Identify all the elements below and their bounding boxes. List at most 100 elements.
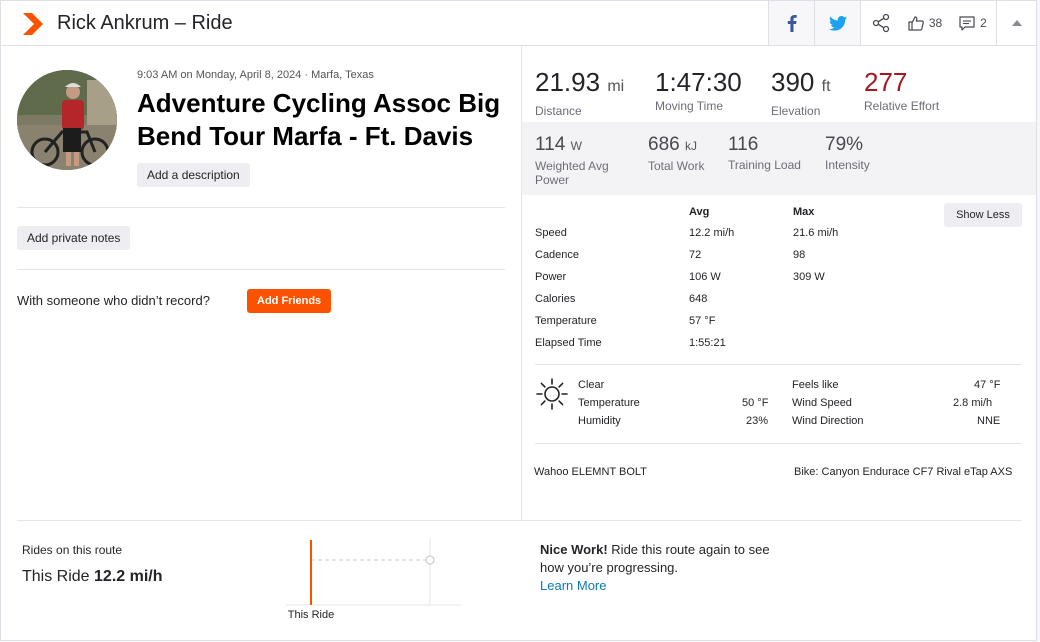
chart-point	[425, 555, 435, 565]
activity-card: Rick Ankrum – Ride 38 2 9:03 AM on Monda…	[0, 0, 1037, 641]
max-column-header: Max	[793, 206, 815, 218]
table-row: Power 106 W 309 W	[535, 271, 835, 285]
stat-label: Intensity	[825, 158, 870, 172]
stat-label: Relative Effort	[864, 99, 940, 113]
avg-column-header: Avg	[689, 206, 710, 218]
divider	[17, 207, 505, 208]
stat-value: 277	[864, 67, 908, 97]
twitter-icon	[828, 15, 847, 31]
row-label: Power	[535, 271, 567, 283]
row-max: 21.6 mi/h	[793, 227, 839, 239]
stat-relative-effort[interactable]: 277 Relative Effort	[864, 67, 939, 113]
sun-weather-icon	[536, 378, 568, 410]
stat-weighted-avg-power: 114 W Weighted Avg Power	[535, 134, 635, 187]
row-label: Temperature	[535, 315, 597, 327]
strava-chevron-icon	[23, 13, 43, 35]
stat-elevation: 390 ft Elevation	[771, 67, 831, 118]
stat-training-load: 116 Training Load	[728, 134, 801, 172]
activity-title: Adventure Cycling Assoc Big Bend Tour Ma…	[137, 88, 501, 151]
weather-wind-direction-value: NNE	[977, 415, 1001, 427]
add-friends-button[interactable]: Add Friends	[247, 289, 332, 313]
athlete-avatar[interactable]	[17, 70, 117, 170]
activity-date-location: 9:03 AM on Monday, April 8, 2024 · Marfa…	[137, 69, 374, 81]
stat-unit: ft	[821, 78, 831, 95]
stat-intensity: 79% Intensity	[825, 134, 870, 172]
row-avg: 57 °F	[689, 315, 716, 327]
divider	[535, 443, 1022, 444]
this-ride-summary: This Ride 12.2 mi/h	[22, 568, 163, 586]
stat-label: Distance	[535, 104, 582, 118]
row-avg: 72	[689, 249, 702, 261]
row-avg: 648	[689, 293, 708, 305]
stat-unit: kJ	[684, 139, 697, 153]
weather-humidity-value: 23%	[746, 415, 769, 427]
learn-more-link[interactable]: Learn More	[540, 577, 770, 595]
nice-work-heading: Nice Work!	[540, 542, 608, 557]
weather-wind-speed-label: Wind Speed	[792, 397, 852, 409]
thumbs-up-icon	[908, 16, 924, 31]
collapse-button[interactable]	[996, 1, 1036, 45]
kudos-button[interactable]: 38	[900, 1, 950, 45]
row-label: Speed	[535, 227, 567, 239]
twitter-share-button[interactable]	[814, 1, 860, 45]
row-label: Elapsed Time	[535, 337, 602, 349]
comments-button[interactable]: 2	[950, 1, 996, 45]
row-label: Cadence	[535, 249, 580, 261]
row-max: 98	[793, 249, 806, 261]
header-actions: 38 2	[768, 1, 1036, 45]
stat-label: Training Load	[728, 158, 801, 172]
stat-unit: W	[570, 139, 582, 153]
stat-label: Elevation	[771, 104, 821, 118]
stat-distance: 21.93 mi Distance	[535, 67, 624, 118]
table-row: Speed 12.2 mi/h 21.6 mi/h	[535, 227, 839, 241]
page-title: Rick Ankrum – Ride	[57, 12, 233, 34]
share-icon	[872, 13, 889, 33]
divider	[535, 364, 1022, 365]
table-row: Temperature 57 °F	[535, 315, 835, 329]
stat-value: 390	[771, 67, 815, 97]
stat-unit: mi	[607, 78, 625, 95]
device-name: Wahoo ELEMNT BOLT	[534, 466, 647, 478]
weather-feels-like-label: Feels like	[792, 379, 839, 391]
chart-this-ride-label: This Ride	[288, 609, 334, 621]
bike-name[interactable]: Bike: Canyon Endurace CF7 Rival eTap AXS	[794, 463, 1019, 481]
kudos-count: 38	[928, 16, 943, 30]
weather-humidity-label: Humidity	[578, 415, 621, 427]
divider	[17, 520, 1022, 521]
weather-wind-speed-value: 2.8 mi/h	[953, 397, 993, 409]
stat-value: 21.93	[535, 67, 601, 97]
comment-icon	[959, 15, 975, 31]
comment-count: 2	[980, 16, 987, 30]
stat-label: Weighted Avg Power	[535, 159, 609, 187]
weather-temperature-value: 50 °F	[742, 397, 769, 409]
stat-value: 79%	[825, 134, 864, 155]
row-max: 309 W	[793, 271, 825, 283]
column-divider	[521, 46, 522, 520]
add-description-button[interactable]: Add a description	[137, 163, 250, 187]
row-label: Calories	[535, 293, 576, 305]
caret-up-icon	[1011, 20, 1022, 26]
weather-feels-like-value: 47 °F	[974, 379, 1001, 391]
weather-condition: Clear	[578, 379, 605, 391]
row-avg: 12.2 mi/h	[689, 227, 735, 239]
stat-moving-time: 1:47:30 Moving Time	[655, 67, 742, 113]
stat-value: 116	[728, 134, 759, 155]
activity-header: Rick Ankrum – Ride 38 2	[1, 1, 1036, 46]
stat-value: 686	[648, 134, 680, 155]
add-private-notes-button[interactable]: Add private notes	[17, 226, 131, 250]
table-row: Elapsed Time 1:55:21	[535, 337, 835, 351]
athlete-photo	[17, 70, 117, 170]
table-row: Cadence 72 98	[535, 249, 835, 263]
stat-value: 114	[535, 134, 566, 155]
facebook-share-button[interactable]	[768, 1, 814, 45]
this-ride-speed: 12.2 mi/h	[94, 568, 163, 585]
show-less-button[interactable]: Show Less	[944, 203, 1022, 227]
route-progress-chart: This Ride	[286, 538, 461, 621]
nice-work-message: Nice Work! Ride this route again to see …	[540, 541, 770, 595]
share-button[interactable]	[860, 1, 900, 45]
weather-wind-direction-label: Wind Direction	[792, 415, 864, 427]
stat-label: Moving Time	[655, 99, 724, 113]
rides-on-route-label: Rides on this route	[22, 543, 123, 557]
table-row: Calories 648	[535, 293, 835, 307]
divider	[17, 269, 505, 270]
